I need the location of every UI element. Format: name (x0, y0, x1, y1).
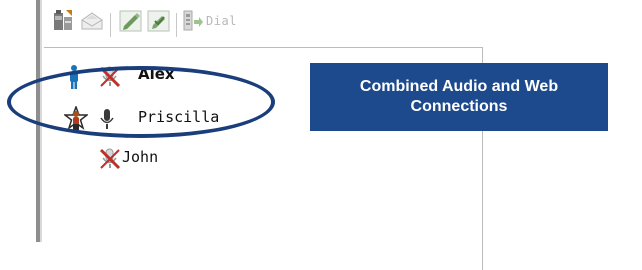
highlight-ellipse (7, 66, 275, 138)
edit-button[interactable] (118, 8, 144, 38)
participant-info-icon (54, 10, 72, 30)
dial-button[interactable]: Dial (182, 8, 236, 38)
callout-text: Combined Audio and Web Connections (359, 78, 559, 115)
edit-check-button[interactable] (146, 8, 172, 38)
participant-info-button[interactable] (52, 8, 76, 38)
dial-icon (183, 10, 203, 31)
edit-check-icon (147, 10, 170, 32)
email-button[interactable] (80, 8, 104, 38)
callout-box: Combined Audio and Web Connections (310, 63, 608, 131)
envelope-icon (81, 12, 103, 30)
muted-microphone-icon (99, 148, 121, 170)
toolbar-separator (176, 13, 177, 37)
toolbar-separator (110, 13, 111, 37)
dial-label: Dial (206, 14, 237, 28)
edit-green-icon (119, 10, 142, 32)
participant-name: John (122, 148, 159, 166)
